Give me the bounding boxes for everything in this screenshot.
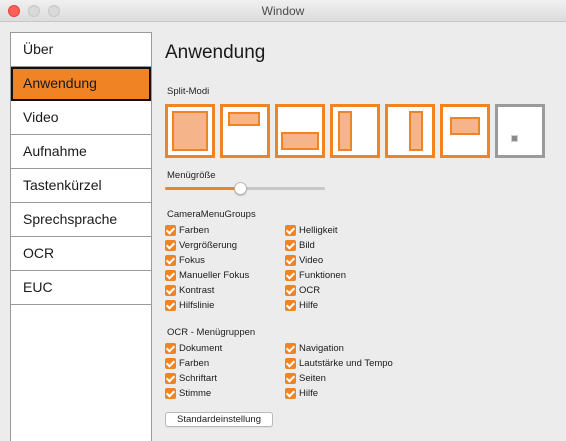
slider-knob[interactable] xyxy=(234,182,247,195)
checkmark-icon[interactable] xyxy=(285,343,296,354)
checkbox-label: Dokument xyxy=(179,343,223,354)
checkbox-label: Kontrast xyxy=(179,285,215,296)
checkmark-icon[interactable] xyxy=(165,343,176,354)
checkbox-label: Stimme xyxy=(179,388,212,399)
checkmark-icon[interactable] xyxy=(165,358,176,369)
checkbox-label: Bild xyxy=(299,240,315,251)
checkbox-label: Lautstärke und Tempo xyxy=(299,358,393,369)
sidebar-item-video[interactable]: Video xyxy=(11,101,151,135)
checkmark-icon[interactable] xyxy=(285,358,296,369)
page-title: Anwendung xyxy=(165,42,266,63)
split-mode-row xyxy=(165,104,545,160)
sidebar-item-sprechsprache[interactable]: Sprechsprache xyxy=(11,203,151,237)
split-pane xyxy=(450,117,480,135)
checkbox-label: Video xyxy=(299,255,324,266)
sidebar-item-ueber[interactable]: Über xyxy=(11,33,151,67)
checkbox-ocr_left-2[interactable]: Schriftart xyxy=(165,373,217,387)
checkbox-ocr_right-2[interactable]: Seiten xyxy=(285,373,326,387)
checkbox-camera_right-0[interactable]: Helligkeit xyxy=(285,225,338,239)
checkmark-icon[interactable] xyxy=(165,388,176,399)
checkmark-icon[interactable] xyxy=(165,373,176,384)
checkbox-ocr_right-3[interactable]: Hilfe xyxy=(285,388,318,402)
title-bar[interactable]: Window xyxy=(0,0,566,22)
split-pane xyxy=(409,111,423,151)
split-mode-center-small[interactable] xyxy=(440,104,490,158)
sidebar-item-anwendung[interactable]: Anwendung xyxy=(11,67,151,101)
checkbox-ocr_right-0[interactable]: Navigation xyxy=(285,343,344,357)
checkbox-label: Farben xyxy=(179,358,210,369)
sidebar-item-tastenkuerzel[interactable]: Tastenkürzel xyxy=(11,169,151,203)
checkmark-icon[interactable] xyxy=(285,285,296,296)
checkbox-label: Hilfe xyxy=(299,388,319,399)
slider-fill xyxy=(165,187,240,190)
checkmark-icon[interactable] xyxy=(285,373,296,384)
split-mode-mini[interactable] xyxy=(495,104,545,158)
split-mode-left-tall[interactable] xyxy=(330,104,380,158)
split-mode-full[interactable] xyxy=(165,104,215,158)
checkbox-camera_right-1[interactable]: Bild xyxy=(285,240,315,254)
checkbox-label: Hilfslinie xyxy=(179,300,215,311)
sidebar: Über Anwendung Video Aufnahme Tastenkürz… xyxy=(10,32,152,441)
checkmark-icon[interactable] xyxy=(285,240,296,251)
checkbox-label: Navigation xyxy=(299,343,344,354)
checkbox-label: Manueller Fokus xyxy=(179,270,250,281)
mini-window-icon xyxy=(511,135,518,142)
checkmark-icon[interactable] xyxy=(165,285,176,296)
checkbox-label: Farben xyxy=(179,225,210,236)
split-pane xyxy=(172,111,208,151)
checkbox-ocr_left-0[interactable]: Dokument xyxy=(165,343,222,357)
checkbox-label: Hilfe xyxy=(299,300,319,311)
checkbox-label: Funktionen xyxy=(299,270,347,281)
checkbox-ocr_right-1[interactable]: Lautstärke und Tempo xyxy=(285,358,393,372)
split-pane xyxy=(281,132,319,150)
checkmark-icon[interactable] xyxy=(165,255,176,266)
checkbox-camera_right-5[interactable]: Hilfe xyxy=(285,300,318,314)
checkbox-label: Helligkeit xyxy=(299,225,338,236)
checkbox-camera_right-3[interactable]: Funktionen xyxy=(285,270,346,284)
checkbox-camera_left-1[interactable]: Vergrößerung xyxy=(165,240,237,254)
checkbox-label: Seiten xyxy=(299,373,326,384)
split-mode-top-small[interactable] xyxy=(220,104,270,158)
sidebar-item-ocr[interactable]: OCR xyxy=(11,237,151,271)
checkbox-ocr_left-3[interactable]: Stimme xyxy=(165,388,211,402)
checkmark-icon[interactable] xyxy=(285,255,296,266)
checkbox-label: OCR xyxy=(299,285,321,296)
checkmark-icon[interactable] xyxy=(285,270,296,281)
split-pane xyxy=(338,111,352,151)
checkmark-icon[interactable] xyxy=(285,300,296,311)
sidebar-item-aufnahme[interactable]: Aufnahme xyxy=(11,135,151,169)
app-window: Window Über Anwendung Video Aufnahme Tas… xyxy=(0,0,566,441)
ocr-groups-label: OCR - Menügruppen xyxy=(167,327,256,338)
checkbox-camera_left-2[interactable]: Fokus xyxy=(165,255,205,269)
checkmark-icon[interactable] xyxy=(285,225,296,236)
checkbox-camera_left-5[interactable]: Hilfslinie xyxy=(165,300,214,314)
split-mode-bottom-wide[interactable] xyxy=(275,104,325,158)
checkbox-camera_right-4[interactable]: OCR xyxy=(285,285,320,299)
checkmark-icon[interactable] xyxy=(285,388,296,399)
menu-size-slider[interactable] xyxy=(165,182,325,195)
checkbox-camera_right-2[interactable]: Video xyxy=(285,255,323,269)
checkbox-camera_left-0[interactable]: Farben xyxy=(165,225,209,239)
menu-size-label: Menügröße xyxy=(167,170,216,181)
split-modes-label: Split-Modi xyxy=(167,86,210,97)
checkmark-icon[interactable] xyxy=(165,270,176,281)
checkbox-camera_left-3[interactable]: Manueller Fokus xyxy=(165,270,249,284)
reset-defaults-button[interactable]: Standardeinstellung xyxy=(165,412,273,427)
checkmark-icon[interactable] xyxy=(165,240,176,251)
checkbox-label: Fokus xyxy=(179,255,205,266)
checkmark-icon[interactable] xyxy=(165,225,176,236)
split-mode-right-tall[interactable] xyxy=(385,104,435,158)
checkbox-camera_left-4[interactable]: Kontrast xyxy=(165,285,214,299)
checkbox-label: Vergrößerung xyxy=(179,240,238,251)
window-title: Window xyxy=(261,4,305,18)
checkbox-ocr_left-1[interactable]: Farben xyxy=(165,358,209,372)
camera-groups-label: CameraMenuGroups xyxy=(167,209,256,220)
split-pane xyxy=(228,112,260,126)
sidebar-item-euc[interactable]: EUC xyxy=(11,271,151,305)
main-content: Anwendung Split-Modi Menügröße CameraMen… xyxy=(165,22,566,441)
checkbox-label: Schriftart xyxy=(179,373,218,384)
checkmark-icon[interactable] xyxy=(165,300,176,311)
